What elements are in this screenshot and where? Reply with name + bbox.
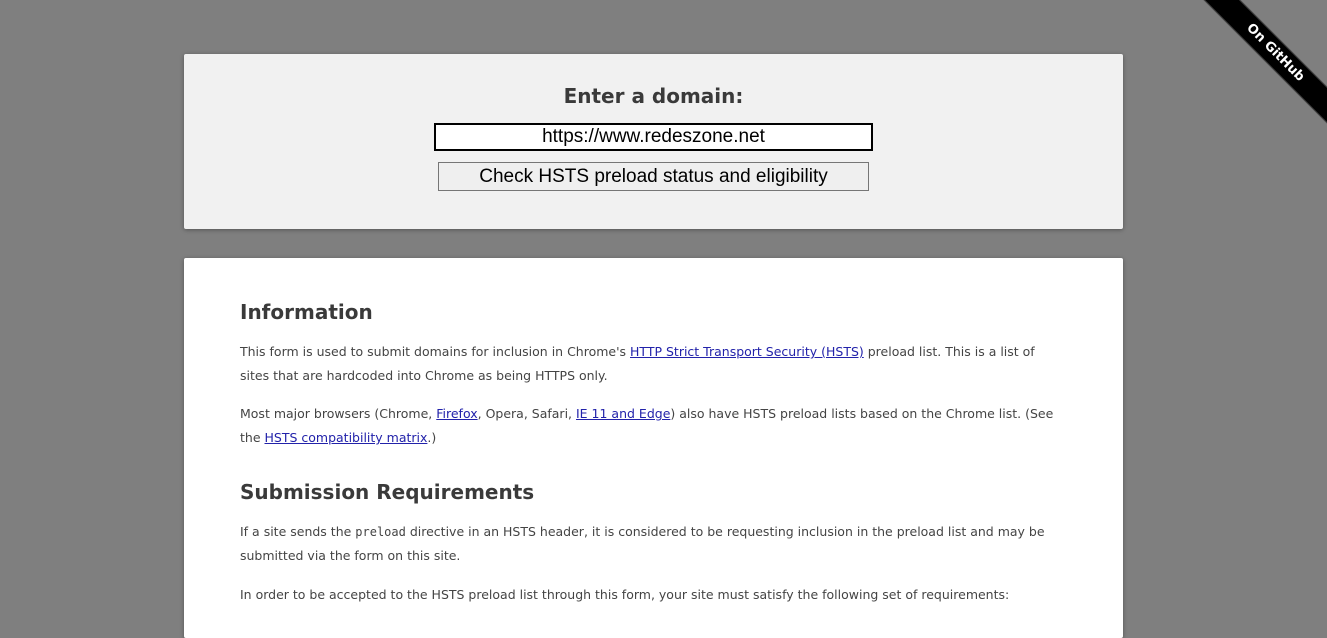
info-card: Information This form is used to submit … bbox=[184, 258, 1123, 638]
information-heading: Information bbox=[240, 300, 373, 324]
information-paragraph-2: Most major browsers (Chrome, Firefox, Op… bbox=[240, 402, 1066, 450]
information-paragraph-1: This form is used to submit domains for … bbox=[240, 340, 1066, 388]
check-status-button[interactable]: Check HSTS preload status and eligibilit… bbox=[438, 162, 869, 191]
domain-input[interactable] bbox=[434, 123, 873, 151]
info-p2-text-2: , Opera, Safari, bbox=[477, 406, 576, 421]
info-p1-text-before: This form is used to submit domains for … bbox=[240, 344, 631, 359]
preload-code: preload bbox=[355, 525, 406, 539]
req-p1-text-before: If a site sends the bbox=[240, 524, 356, 539]
requirements-paragraph-2: In order to be accepted to the HSTS prel… bbox=[240, 587, 1010, 602]
compatibility-matrix-link[interactable]: HSTS compatibility matrix bbox=[265, 430, 428, 445]
github-ribbon-link[interactable]: On GitHub bbox=[1195, 0, 1327, 133]
ie-edge-link[interactable]: IE 11 and Edge bbox=[576, 406, 670, 421]
domain-form-card: Enter a domain: Check HSTS preload statu… bbox=[184, 54, 1123, 229]
requirements-paragraph-1: If a site sends the preload directive in… bbox=[240, 520, 1066, 568]
info-p2-text-1: Most major browsers (Chrome, bbox=[240, 406, 437, 421]
hsts-link[interactable]: HTTP Strict Transport Security (HSTS) bbox=[630, 344, 864, 359]
info-p2-text-4: .) bbox=[427, 430, 437, 445]
firefox-link[interactable]: Firefox bbox=[436, 406, 477, 421]
form-title: Enter a domain: bbox=[563, 84, 744, 108]
github-ribbon-container: On GitHub bbox=[1177, 0, 1327, 150]
requirements-heading: Submission Requirements bbox=[240, 480, 535, 504]
